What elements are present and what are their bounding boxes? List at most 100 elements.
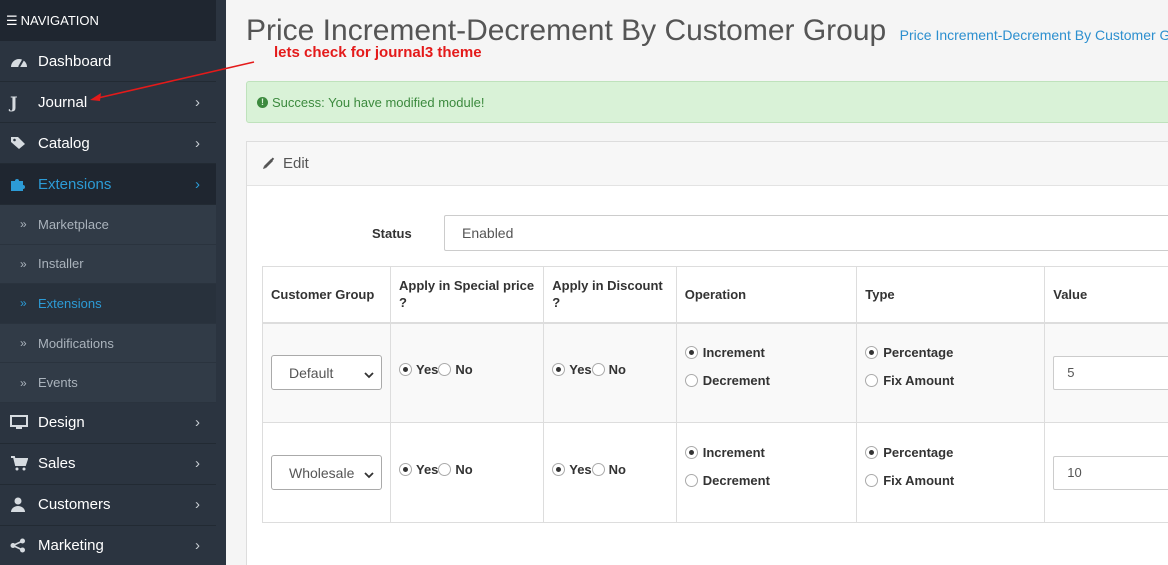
double-chevron-icon: » bbox=[20, 256, 27, 271]
sidebar-item-label: Design bbox=[38, 414, 85, 432]
menu-bars-icon[interactable]: ☰ bbox=[6, 13, 18, 29]
chevron-right-icon: › bbox=[195, 496, 200, 514]
submenu-item-label: Extensions bbox=[38, 295, 102, 311]
submenu-item-marketplace[interactable]: » Marketplace bbox=[0, 205, 216, 245]
radio-label: Percentage bbox=[883, 345, 954, 361]
sidebar-gutter bbox=[216, 0, 226, 565]
extensions-submenu: » Marketplace » Installer » Extensions »… bbox=[0, 205, 216, 403]
submenu-item-label: Events bbox=[38, 375, 78, 391]
special-no-radio[interactable] bbox=[438, 463, 452, 476]
nav-header-label: NAVIGATION bbox=[20, 13, 99, 28]
decrement-radio[interactable] bbox=[684, 374, 698, 388]
sidebar-item-dashboard[interactable]: Dashboard bbox=[0, 41, 216, 82]
radio-label: Fix Amount bbox=[883, 473, 955, 488]
percentage-radio[interactable] bbox=[865, 446, 879, 459]
discount-yes-radio[interactable] bbox=[552, 363, 566, 377]
sidebar-item-catalog[interactable]: Catalog › bbox=[0, 123, 216, 164]
status-row: Status Enabled bbox=[247, 215, 1168, 251]
col-header-special-price: Apply in Special price ? bbox=[389, 266, 545, 324]
double-chevron-icon: » bbox=[20, 217, 27, 232]
col-header-operation: Operation bbox=[675, 266, 858, 324]
sidebar-item-customers[interactable]: Customers › bbox=[0, 485, 216, 526]
cell-operation: Increment Decrement bbox=[675, 322, 858, 423]
radio-label: No bbox=[455, 362, 473, 378]
radio-label: Yes bbox=[416, 462, 439, 477]
sidebar-item-label: Marketing bbox=[38, 537, 104, 555]
customer-group-select[interactable]: Wholesale bbox=[271, 455, 382, 490]
decrement-radio[interactable] bbox=[684, 474, 698, 487]
sidebar-item-extensions[interactable]: Extensions › bbox=[0, 164, 216, 205]
sidebar-item-label: Extensions bbox=[38, 175, 112, 193]
radio-label: Yes bbox=[569, 462, 592, 477]
cell-value: 5 bbox=[1044, 322, 1168, 423]
cell-special-price: Yes No bbox=[389, 322, 545, 423]
main-content: Price Increment-Decrement By Customer Gr… bbox=[226, 0, 1168, 565]
submenu-item-modifications[interactable]: » Modifications bbox=[0, 324, 216, 364]
submenu-item-extensions[interactable]: » Extensions bbox=[0, 284, 216, 324]
sidebar-item-journal[interactable]: J Journal › bbox=[0, 82, 216, 123]
table-row: Default Yes No Yes No Increment Decremen… bbox=[262, 322, 1168, 423]
cell-type: Percentage Fix Amount bbox=[856, 422, 1046, 523]
status-label: Status bbox=[372, 226, 412, 241]
radio-label: Decrement bbox=[702, 473, 770, 488]
submenu-item-events[interactable]: » Events bbox=[0, 363, 216, 403]
increment-radio[interactable] bbox=[684, 446, 698, 459]
panel-title: Edit bbox=[283, 155, 309, 172]
discount-no-radio[interactable] bbox=[591, 463, 605, 476]
discount-yes-radio[interactable] bbox=[552, 463, 566, 476]
special-no-radio[interactable] bbox=[438, 363, 452, 377]
fix-amount-radio[interactable] bbox=[865, 374, 879, 388]
value-input-text: 5 bbox=[1067, 365, 1075, 381]
col-header-discount: Apply in Discount ? bbox=[543, 266, 677, 324]
double-chevron-icon: » bbox=[20, 375, 27, 390]
customer-group-select[interactable]: Default bbox=[271, 355, 382, 391]
cell-discount: Yes No bbox=[543, 422, 677, 523]
sidebar-item-sales[interactable]: Sales › bbox=[0, 444, 216, 485]
fix-amount-radio[interactable] bbox=[865, 474, 879, 487]
cell-customer-group: Wholesale bbox=[262, 422, 391, 523]
table-row: Wholesale Yes No Yes No Increment Decrem… bbox=[262, 422, 1168, 523]
discount-no-radio[interactable] bbox=[591, 363, 605, 377]
double-chevron-icon: » bbox=[20, 296, 27, 311]
sidebar-item-label: Catalog bbox=[38, 134, 90, 152]
puzzle-icon bbox=[10, 177, 38, 192]
customer-group-table: Customer Group Apply in Special price ? … bbox=[262, 266, 1168, 523]
exclamation-circle-icon: ! bbox=[257, 96, 268, 108]
cell-discount: Yes No bbox=[543, 322, 677, 423]
annotation-text: lets check for journal3 theme bbox=[274, 44, 482, 61]
value-input[interactable]: 10 bbox=[1053, 455, 1168, 490]
radio-label: No bbox=[455, 462, 473, 477]
sidebar-item-design[interactable]: Design › bbox=[0, 403, 216, 444]
chevron-right-icon: › bbox=[195, 414, 200, 432]
tags-icon bbox=[10, 136, 38, 150]
breadcrumb[interactable]: Price Increment-Decrement By Customer Gr… bbox=[900, 27, 1168, 43]
chevron-right-icon: › bbox=[195, 537, 200, 555]
page-title: Price Increment-Decrement By Customer Gr… bbox=[246, 14, 887, 47]
chevron-right-icon: › bbox=[195, 175, 200, 193]
chevron-right-icon: › bbox=[195, 93, 200, 111]
cell-special-price: Yes No bbox=[389, 422, 545, 523]
user-icon bbox=[10, 497, 38, 513]
special-yes-radio[interactable] bbox=[399, 463, 412, 476]
title-row: Price Increment-Decrement By Customer Gr… bbox=[246, 14, 1168, 48]
increment-radio[interactable] bbox=[684, 346, 698, 360]
sidebar-item-label: Journal bbox=[38, 93, 88, 111]
percentage-radio[interactable] bbox=[865, 346, 879, 360]
chevron-right-icon: › bbox=[195, 455, 200, 473]
special-yes-radio[interactable] bbox=[399, 363, 412, 377]
success-alert: ! Success: You have modified module! bbox=[246, 81, 1168, 123]
radio-label: Fix Amount bbox=[883, 373, 955, 389]
submenu-item-installer[interactable]: » Installer bbox=[0, 245, 216, 285]
cart-icon bbox=[10, 456, 38, 471]
status-select[interactable]: Enabled bbox=[444, 215, 1168, 251]
radio-label: Increment bbox=[702, 445, 765, 460]
value-input[interactable]: 5 bbox=[1053, 355, 1168, 390]
cell-value: 10 bbox=[1044, 422, 1168, 523]
submenu-item-label: Modifications bbox=[38, 335, 114, 351]
radio-label: No bbox=[608, 362, 626, 378]
value-input-text: 10 bbox=[1067, 465, 1082, 480]
submenu-item-label: Installer bbox=[38, 256, 84, 272]
sidebar-item-marketing[interactable]: Marketing › bbox=[0, 526, 216, 565]
status-select-value: Enabled bbox=[462, 225, 514, 241]
chevron-down-icon bbox=[364, 367, 374, 383]
